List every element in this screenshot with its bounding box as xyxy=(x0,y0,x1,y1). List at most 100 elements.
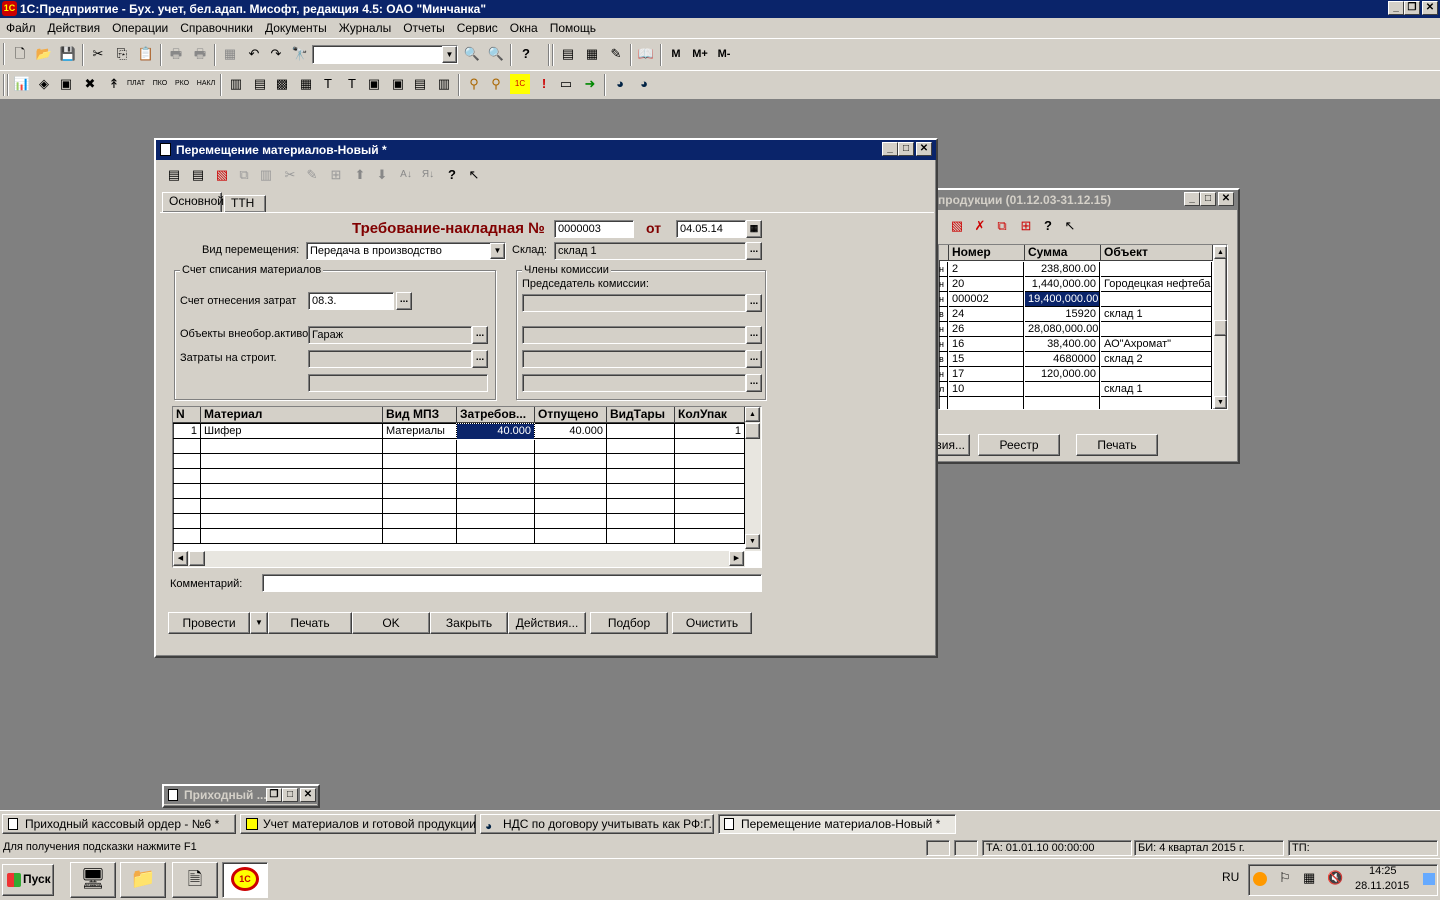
table-cell-kind[interactable]: Материалы xyxy=(383,424,456,439)
scroll-down-icon[interactable]: ▼ xyxy=(745,534,760,549)
materials-hscrollbar[interactable]: ◀ ▶ xyxy=(173,551,745,567)
clock-time[interactable]: 14:25 xyxy=(1369,865,1397,877)
journal-cell-object[interactable]: Городецкая нефтеба xyxy=(1101,277,1212,292)
app-close-button[interactable]: ✕ xyxy=(1422,1,1438,15)
menu-references[interactable]: Справочники xyxy=(174,18,259,38)
journal-cell-sum[interactable] xyxy=(1025,382,1100,397)
col-n[interactable]: N xyxy=(173,407,201,423)
exclamation-icon[interactable]: ! xyxy=(534,74,554,94)
scroll-down-icon[interactable]: ▼ xyxy=(1214,396,1227,409)
cut-icon[interactable]: ✂ xyxy=(88,44,108,64)
journal-cell-number[interactable]: 000002 xyxy=(949,292,1024,307)
taskbar-app-computer[interactable]: 🖥 xyxy=(70,862,116,898)
minimized-close-button[interactable]: ✕ xyxy=(300,788,316,802)
insert-row-icon[interactable]: ▤ xyxy=(188,165,208,185)
journal-cell-sum[interactable]: 120,000.00 xyxy=(1025,367,1100,382)
minimized-maximize-button[interactable]: □ xyxy=(282,788,298,802)
chevron-down-icon[interactable]: ▼ xyxy=(442,46,457,63)
menu-operations[interactable]: Операции xyxy=(106,18,174,38)
print-button[interactable]: Печать xyxy=(268,612,352,634)
journal-copy-icon[interactable]: ⧉ xyxy=(992,216,1012,236)
col-kind[interactable]: Вид МПЗ xyxy=(383,407,457,423)
cut-row-icon[interactable]: ✂ xyxy=(280,165,300,185)
close-button[interactable]: Закрыть xyxy=(430,612,508,634)
journal-cell-mark[interactable]: л xyxy=(939,382,948,397)
col-released[interactable]: Отпущено xyxy=(535,407,607,423)
construction-select-button[interactable]: ... xyxy=(472,350,488,368)
journal-maximize-button[interactable]: □ xyxy=(1200,192,1216,206)
find-icon[interactable]: 🔭 xyxy=(290,44,310,64)
update-icon[interactable] xyxy=(1253,872,1267,886)
show-desktop-icon[interactable] xyxy=(1423,873,1435,885)
construction-field[interactable] xyxy=(308,350,472,368)
search-combo[interactable]: ▼ xyxy=(312,45,458,64)
transfer-icon[interactable]: ↟ xyxy=(104,74,124,94)
language-indicator[interactable]: RU xyxy=(1222,870,1239,884)
menu-help[interactable]: Помощь xyxy=(544,18,602,38)
journal-cell-sum[interactable]: 238,800.00 xyxy=(1025,262,1100,277)
dialog-maximize-button[interactable]: □ xyxy=(898,142,914,156)
memory-plus-button[interactable]: M+ xyxy=(688,44,712,64)
journal-cell-number[interactable]: 24 xyxy=(949,307,1024,322)
tool-1-icon[interactable]: ⚲ xyxy=(464,74,484,94)
menu-documents[interactable]: Документы xyxy=(259,18,333,38)
menu-service[interactable]: Сервис xyxy=(451,18,504,38)
scroll-up-icon[interactable]: ▲ xyxy=(745,407,760,422)
move-type-select[interactable]: Передача в производство xyxy=(306,242,506,260)
open-folder-icon[interactable]: 📂 xyxy=(34,44,54,64)
group-icon[interactable]: ⊞ xyxy=(326,165,346,185)
calculator-icon[interactable]: ▤ xyxy=(558,44,578,64)
cost-account-field[interactable]: 08.3. xyxy=(308,292,394,310)
journal-col-mark[interactable] xyxy=(939,245,949,261)
tab-ttn[interactable]: ТТН xyxy=(224,195,266,212)
journal-vscrollbar[interactable]: ▲ ▼ xyxy=(1213,245,1227,409)
undo-icon[interactable]: ↶ xyxy=(244,44,264,64)
journal-cell-mark[interactable]: н xyxy=(939,367,948,382)
post-button[interactable]: Провести xyxy=(168,612,250,634)
window-tab-move-materials[interactable]: Перемещение материалов-Новый * xyxy=(718,814,956,834)
menu-actions[interactable]: Действия xyxy=(42,18,107,38)
memory-minus-button[interactable]: M- xyxy=(712,44,736,64)
journal-cell-object[interactable]: склад 1 xyxy=(1101,307,1212,322)
tool-4-icon[interactable]: ➜ xyxy=(580,74,600,94)
report-4-icon[interactable]: ▦ xyxy=(296,74,316,94)
window-tab-materials-journal[interactable]: Учет материалов и готовой продукции ... xyxy=(240,814,476,834)
post-menu-button[interactable]: ▼ xyxy=(250,612,268,634)
journal-cell-sum[interactable]: 19,400,000.00 xyxy=(1025,292,1100,307)
clear-button[interactable]: Очистить xyxy=(672,612,752,634)
journal-cell-number[interactable]: 2 xyxy=(949,262,1024,277)
select-button[interactable]: Подбор xyxy=(590,612,668,634)
table-cell-requested[interactable]: 40.000 xyxy=(456,423,535,440)
payment-order-icon[interactable]: ПЛАТ xyxy=(126,74,146,94)
journal-context-help-icon[interactable]: ↖ xyxy=(1060,216,1080,236)
journal-cell-object[interactable]: склад 1 xyxy=(1101,382,1212,397)
chairman-field[interactable] xyxy=(522,294,746,312)
delete-row-icon[interactable]: ▧ xyxy=(212,165,232,185)
menu-reports[interactable]: Отчеты xyxy=(397,18,450,38)
tool-2-icon[interactable]: ⚲ xyxy=(486,74,506,94)
report-10-icon[interactable]: ▥ xyxy=(434,74,454,94)
member-1-field[interactable] xyxy=(522,326,746,344)
copy-row-icon[interactable]: ⧉ xyxy=(234,165,254,185)
fixed-assets-field[interactable]: Гараж xyxy=(308,326,472,344)
clock-date[interactable]: 28.11.2015 xyxy=(1355,880,1409,892)
ledger-icon[interactable]: ▣ xyxy=(56,74,76,94)
sort-asc-icon[interactable]: A↓ xyxy=(396,165,416,185)
report-5-icon[interactable]: T xyxy=(318,74,338,94)
journal-cell-mark[interactable]: н xyxy=(939,322,948,337)
journal-cell-number[interactable]: 26 xyxy=(949,322,1024,337)
journal-cell-number[interactable]: 20 xyxy=(949,277,1024,292)
help-icon[interactable]: ? xyxy=(516,44,536,64)
journal-cell-sum[interactable]: 1,440,000.00 xyxy=(1025,277,1100,292)
member-3-select-button[interactable]: ... xyxy=(746,374,762,392)
paste-icon[interactable]: 📋 xyxy=(136,44,156,64)
journal-cell-sum[interactable]: 15920 xyxy=(1025,307,1100,322)
sort-desc-icon[interactable]: Я↓ xyxy=(418,165,438,185)
find-replace-icon[interactable]: 🔍 xyxy=(486,44,506,64)
member-1-select-button[interactable]: ... xyxy=(746,326,762,344)
dialog-minimize-button[interactable]: _ xyxy=(882,142,898,156)
table-cell-n[interactable]: 1 xyxy=(173,424,200,439)
network-icon[interactable]: ▦ xyxy=(1303,870,1315,886)
entries-icon[interactable]: ✖ xyxy=(80,74,100,94)
journal-cell-mark[interactable]: н xyxy=(939,292,948,307)
